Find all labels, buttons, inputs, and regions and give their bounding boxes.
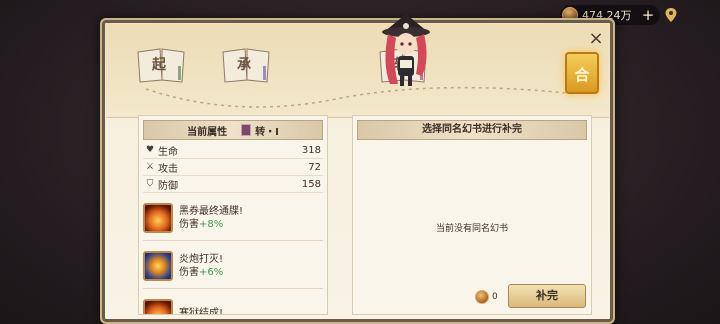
character-avatar: [382, 14, 430, 86]
current-attributes-card: 当前属性 转・I ♥ 生命 318 ⚔ 攻击 72 ⛉ 防御 158 黑券最终通…: [138, 115, 328, 315]
skill-name: 炎炮打灭!: [179, 253, 224, 265]
heart-icon: ♥: [145, 145, 155, 155]
skill-name: 黑券最终通牒!: [179, 205, 244, 217]
refill-panel: 起 承 转: [100, 14, 615, 324]
skill-cannon-icon: [143, 250, 173, 281]
cost-value: 0: [492, 292, 498, 302]
book-mini-icon: [241, 124, 252, 136]
cost-display: 0: [475, 290, 498, 304]
book-stage-1[interactable]: 起: [136, 46, 188, 84]
stat-row-hp: ♥ 生命 318: [143, 142, 323, 159]
stage-label: 转・I: [255, 126, 279, 138]
skill-fire-icon: [143, 202, 173, 233]
stat-label: 攻击: [158, 163, 178, 175]
attributes-title: 当前属性: [187, 126, 228, 138]
badge-label: 合: [574, 66, 590, 84]
skill-item[interactable]: 炎炮打灭! 伤害+6%: [143, 243, 323, 289]
add-currency-button[interactable]: +: [640, 7, 656, 23]
refill-button[interactable]: 补完: [508, 284, 586, 308]
location-pin-icon[interactable]: [665, 8, 677, 22]
skill-item[interactable]: 寒狱结成!: [143, 291, 323, 315]
stat-row-attack: ⚔ 攻击 72: [143, 159, 323, 176]
shield-icon: ⛉: [146, 179, 154, 189]
coin-icon: [475, 290, 489, 304]
select-book-card: 选择同名幻书进行补完 当前没有同名幻书 0 补完: [352, 115, 592, 315]
stat-value: 318: [301, 144, 321, 156]
stat-label: 生命: [158, 146, 178, 158]
sword-icon: ⚔: [145, 162, 155, 172]
final-stage-badge[interactable]: 合: [565, 52, 599, 94]
skill-effect: 伤害+6%: [179, 266, 224, 278]
progress-path: [145, 86, 576, 108]
close-button[interactable]: ×: [587, 30, 605, 48]
book-label: 起: [152, 57, 166, 73]
book-stage-2[interactable]: 承: [221, 46, 273, 84]
book-label: 承: [237, 57, 251, 73]
progress-map: 起 承 转: [106, 14, 609, 118]
skill-item[interactable]: 黑券最终通牒! 伤害+8%: [143, 195, 323, 241]
skill-ice-icon: [143, 298, 173, 314]
skill-effect: 伤害+8%: [179, 218, 224, 230]
empty-message: 当前没有同名幻书: [435, 224, 508, 234]
stat-label: 防御: [158, 180, 178, 192]
stat-value: 72: [308, 161, 321, 173]
select-book-title: 选择同名幻书进行补完: [357, 120, 587, 140]
skill-name: 寒狱结成!: [179, 308, 224, 315]
attributes-title-bar: 当前属性 转・I: [143, 120, 323, 140]
stat-value: 158: [301, 178, 321, 190]
stat-row-defense: ⛉ 防御 158: [143, 176, 323, 193]
